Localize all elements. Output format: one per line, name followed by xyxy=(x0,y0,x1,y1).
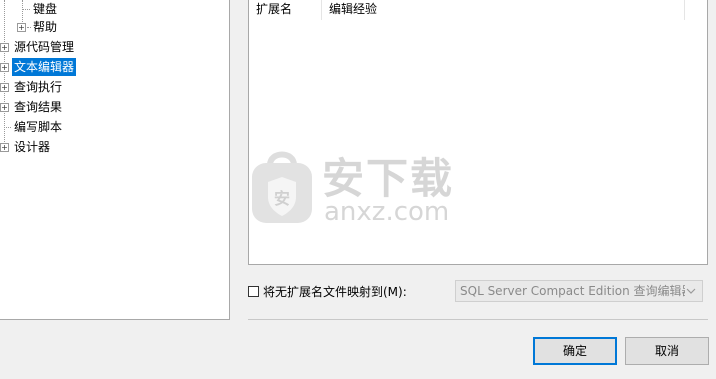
tree-item-scripting[interactable]: 编写脚本 xyxy=(0,118,229,136)
tree-item-label: 设计器 xyxy=(14,140,51,154)
expand-plus-icon[interactable]: + xyxy=(17,23,26,32)
editor-select-value: SQL Server Compact Edition 查询编辑器 xyxy=(460,284,685,298)
tree-item-designers[interactable]: + 设计器 xyxy=(0,138,229,156)
tree-item-label: 源代码管理 xyxy=(14,40,75,54)
tree-item-query-execution[interactable]: + 查询执行 xyxy=(0,78,229,96)
column-header-extension[interactable]: 扩展名 xyxy=(256,0,292,20)
ok-button[interactable]: 确定 xyxy=(533,337,617,365)
watermark-logo: 安 安下载 anxz.com xyxy=(250,145,470,235)
expand-plus-icon[interactable]: + xyxy=(0,143,9,152)
watermark-domain: anxz.com xyxy=(324,197,450,227)
expand-plus-icon[interactable]: + xyxy=(0,43,9,52)
tree-item-label: 查询执行 xyxy=(14,80,63,94)
tree-item-label: 帮助 xyxy=(33,20,58,34)
divider xyxy=(248,319,708,320)
tree-item-label: 查询结果 xyxy=(14,100,63,114)
tree-connector xyxy=(4,127,11,128)
map-extensionless-checkbox[interactable] xyxy=(248,286,259,297)
tree-item-text-editor[interactable]: + 文本编辑器 xyxy=(0,58,229,76)
tree-item-label-selected: 文本编辑器 xyxy=(12,58,77,76)
column-divider[interactable] xyxy=(321,0,322,20)
list-header: 扩展名 编辑经验 xyxy=(249,0,707,20)
expand-plus-icon[interactable]: + xyxy=(0,83,9,92)
column-header-editor[interactable]: 编辑经验 xyxy=(329,0,377,20)
tree-item-label: 编写脚本 xyxy=(14,120,63,134)
expand-plus-icon[interactable]: + xyxy=(0,103,9,112)
tree-item-keyboard[interactable]: 键盘 xyxy=(0,0,229,18)
watermark-badge-text: 安 xyxy=(274,189,291,208)
options-tree: 键盘 + 帮助 + 源代码管理 + 文本编辑器 + 查询执行 + 查询结果 编写… xyxy=(0,0,230,320)
expand-plus-icon[interactable]: + xyxy=(0,63,9,72)
tree-item-source-control[interactable]: + 源代码管理 xyxy=(0,38,229,56)
map-extensionless-label[interactable]: 将无扩展名文件映射到(M): xyxy=(263,284,407,300)
tree-item-help[interactable]: + 帮助 xyxy=(0,18,229,36)
chevron-down-icon xyxy=(684,281,698,301)
editor-select[interactable]: SQL Server Compact Edition 查询编辑器 xyxy=(455,280,703,302)
cancel-button[interactable]: 取消 xyxy=(625,337,709,365)
tree-item-query-results[interactable]: + 查询结果 xyxy=(0,98,229,116)
tree-connector xyxy=(22,9,30,10)
column-divider[interactable] xyxy=(684,0,685,20)
tree-item-label: 键盘 xyxy=(33,2,58,16)
